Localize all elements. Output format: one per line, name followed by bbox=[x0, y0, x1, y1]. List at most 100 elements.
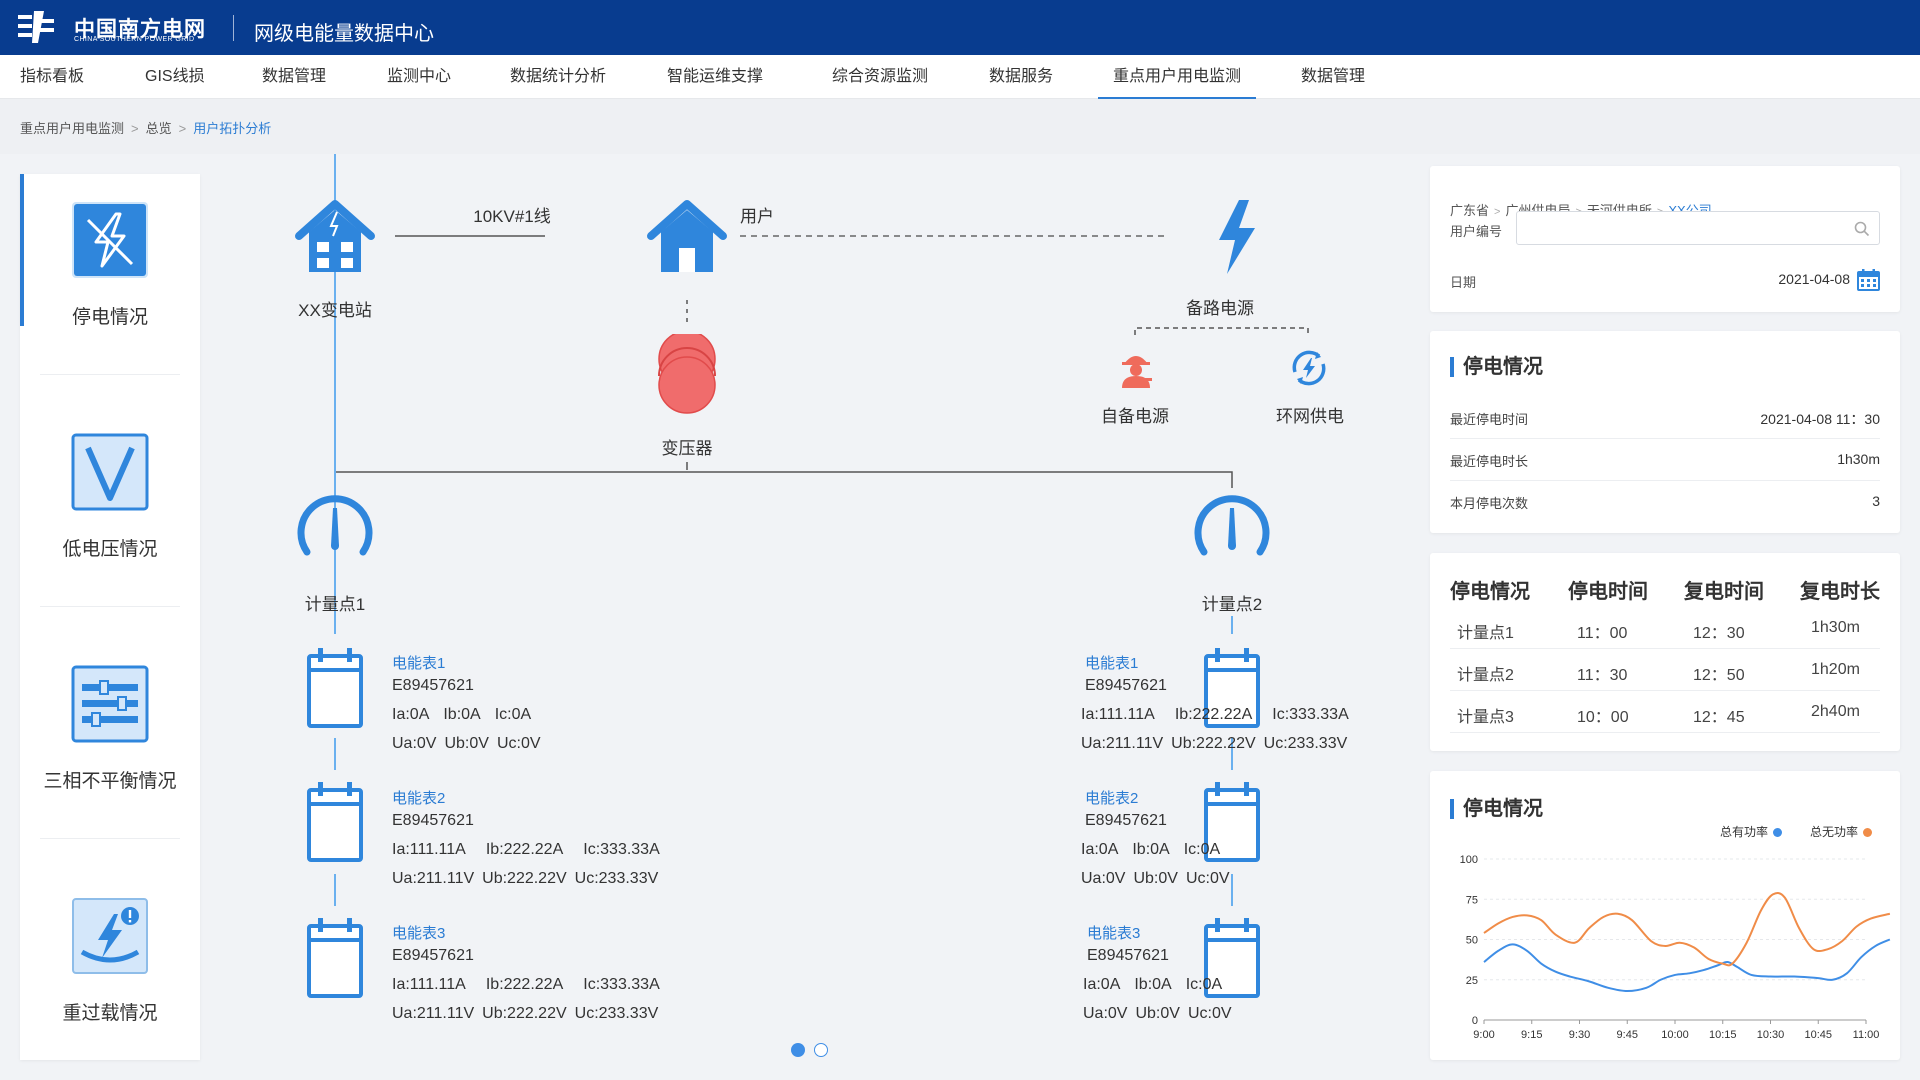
app-title: 网级电能量数据中心 bbox=[254, 23, 434, 45]
breadcrumb-item[interactable]: 重点用户用电监测 bbox=[20, 121, 124, 136]
nav-item-data-service[interactable]: 数据服务 bbox=[989, 55, 1053, 99]
sidebar-item-label: 三相不平衡情况 bbox=[43, 771, 177, 792]
kv-key: 最近停电时间 bbox=[1450, 412, 1529, 427]
substation-label: XX变电站 bbox=[298, 301, 372, 320]
electric-meter-icon[interactable] bbox=[306, 918, 366, 1000]
sidebar-item-low-voltage[interactable]: 低电压情况 bbox=[20, 406, 200, 638]
meter-name-link[interactable]: 电能表2 bbox=[392, 787, 445, 808]
electric-meter-icon[interactable] bbox=[306, 648, 366, 730]
substation-house-icon bbox=[295, 200, 375, 272]
self-power-label: 自备电源 bbox=[1101, 407, 1169, 426]
table-header: 停电情况 bbox=[1450, 581, 1530, 603]
y-tick-label: 75 bbox=[1466, 894, 1478, 906]
voltage-c: Uc:0V bbox=[1187, 1005, 1232, 1022]
meter-id: E89457621 bbox=[1085, 677, 1167, 694]
nav-item-data-mgmt-2[interactable]: 数据管理 bbox=[1301, 55, 1365, 99]
logo-text-en: CHINA SOUTHERN POWER GRID bbox=[74, 36, 195, 43]
breadcrumb-item[interactable]: 总览 bbox=[146, 121, 172, 136]
reactive-power-line bbox=[1483, 892, 1891, 967]
table-cell: 12：50 bbox=[1693, 667, 1745, 684]
low-voltage-icon bbox=[71, 433, 149, 511]
meter-gauge-icon bbox=[1194, 495, 1270, 556]
pager-dot-active[interactable] bbox=[791, 1043, 805, 1057]
table-row[interactable]: 计量点1 11：00 12：30 1h30m bbox=[1450, 607, 1880, 649]
x-tick-label: 9:15 bbox=[1521, 1029, 1542, 1041]
x-tick-label: 10:00 bbox=[1661, 1029, 1689, 1041]
pager-dot[interactable] bbox=[814, 1043, 828, 1057]
meter-voltages: Ua:0V Ub:0V Uc:0V bbox=[392, 735, 555, 753]
meter-id: E89457621 bbox=[392, 947, 474, 964]
table-row[interactable]: 计量点3 10：00 12：45 2h40m bbox=[1450, 691, 1880, 733]
voltage-b: Ub:0V bbox=[1133, 870, 1178, 887]
table-cell: 计量点3 bbox=[1457, 709, 1514, 726]
table-row[interactable]: 计量点2 11：30 12：50 1h20m bbox=[1450, 649, 1880, 691]
current-b: Ib:0A bbox=[443, 706, 481, 723]
meter-name-link[interactable]: 电能表3 bbox=[1087, 922, 1140, 943]
current-c: Ic:0A bbox=[494, 706, 532, 723]
outage-summary-title: 停电情况 bbox=[1450, 357, 1543, 377]
meter-name-link[interactable]: 电能表1 bbox=[1085, 652, 1138, 673]
breadcrumb-current: 用户拓扑分析 bbox=[193, 121, 272, 136]
kv-row: 最近停电时长 1h30m bbox=[1450, 439, 1880, 481]
voltage-b: Ub:222.22V bbox=[1171, 735, 1256, 752]
nav-item-dashboard[interactable]: 指标看板 bbox=[20, 55, 84, 99]
current-c: Ic:0A bbox=[1185, 976, 1223, 993]
current-b: Ib:0A bbox=[1134, 976, 1172, 993]
voltage-b: Ub:0V bbox=[444, 735, 489, 752]
voltage-a: Ua:0V bbox=[1083, 1005, 1128, 1022]
nav-item-stats[interactable]: 数据统计分析 bbox=[510, 55, 606, 99]
meter-voltages: Ua:0V Ub:0V Uc:0V bbox=[1081, 870, 1244, 888]
table-header: 停电时间 bbox=[1568, 581, 1648, 603]
csg-logo-icon bbox=[18, 11, 54, 43]
voltage-c: Uc:233.33V bbox=[574, 1005, 659, 1022]
nav-item-gis[interactable]: GIS线损 bbox=[145, 55, 205, 99]
app-header: 中国南方电网 CHINA SOUTHERN POWER GRID 网级电能量数据… bbox=[0, 0, 1920, 55]
nav-item-resources[interactable]: 综合资源监测 bbox=[832, 55, 928, 99]
voltage-c: Uc:233.33V bbox=[574, 870, 659, 887]
sidebar-divider bbox=[40, 606, 180, 607]
table-header: 复电时长 bbox=[1800, 581, 1880, 603]
metering-point-label: 计量点2 bbox=[1201, 595, 1263, 614]
main-nav: 指标看板 GIS线损 数据管理 监测中心 数据统计分析 智能运维支撑 综合资源监… bbox=[0, 55, 1920, 99]
electric-meter-icon[interactable] bbox=[306, 782, 366, 864]
table-cell: 1h20m bbox=[1811, 661, 1860, 678]
voltage-c: Uc:0V bbox=[1185, 870, 1230, 887]
kv-key: 本月停电次数 bbox=[1450, 496, 1529, 511]
sidebar-item-overload[interactable]: 重过载情况 bbox=[20, 870, 200, 1080]
current-c: Ic:333.33A bbox=[583, 976, 660, 993]
sidebar-item-three-phase[interactable]: 三相不平衡情况 bbox=[20, 638, 200, 870]
voltage-b: Ub:222.22V bbox=[482, 1005, 567, 1022]
date-value[interactable]: 2021-04-08 bbox=[1778, 271, 1850, 287]
y-tick-label: 100 bbox=[1460, 854, 1478, 866]
nav-item-monitor[interactable]: 监测中心 bbox=[387, 55, 451, 99]
active-power-line bbox=[1483, 938, 1891, 993]
region-crumb[interactable]: 广东省 bbox=[1450, 203, 1489, 218]
user-label: 用户 bbox=[740, 207, 774, 226]
voltage-a: Ua:0V bbox=[392, 735, 437, 752]
nav-item-key-users[interactable]: 重点用户用电监测 bbox=[1098, 55, 1257, 99]
calendar-icon[interactable] bbox=[1857, 269, 1880, 291]
meter-id: E89457621 bbox=[1085, 812, 1167, 829]
breadcrumb: 重点用户用电监测 > 总览 > 用户拓扑分析 bbox=[20, 118, 271, 137]
x-tick-label: 11:00 bbox=[1853, 1029, 1880, 1041]
voltage-b: Ub:0V bbox=[1135, 1005, 1180, 1022]
line-label: 10KV#1线 bbox=[473, 207, 551, 226]
sidebar-divider bbox=[40, 374, 180, 375]
table-header: 复电时间 bbox=[1684, 581, 1764, 603]
meter-name-link[interactable]: 电能表3 bbox=[392, 922, 445, 943]
lightning-bolt-icon bbox=[1219, 200, 1255, 274]
overload-icon bbox=[72, 898, 148, 974]
table-cell: 11：30 bbox=[1577, 667, 1628, 684]
meter-voltages: Ua:0V Ub:0V Uc:0V bbox=[1083, 1005, 1246, 1023]
meter-name-link[interactable]: 电能表2 bbox=[1085, 787, 1138, 808]
meter-name-link[interactable]: 电能表1 bbox=[392, 652, 445, 673]
kv-row: 最近停电时间 2021-04-08 11：30 bbox=[1450, 397, 1880, 439]
sidebar-item-outage[interactable]: 停电情况 bbox=[20, 174, 200, 406]
three-phase-icon bbox=[71, 665, 149, 743]
nav-item-data-mgmt[interactable]: 数据管理 bbox=[262, 55, 326, 99]
table-cell: 2h40m bbox=[1811, 703, 1860, 720]
user-no-input[interactable] bbox=[1516, 211, 1880, 245]
search-icon[interactable] bbox=[1854, 221, 1870, 237]
table-cell: 10：00 bbox=[1577, 709, 1629, 726]
nav-item-ops[interactable]: 智能运维支撑 bbox=[667, 55, 763, 99]
